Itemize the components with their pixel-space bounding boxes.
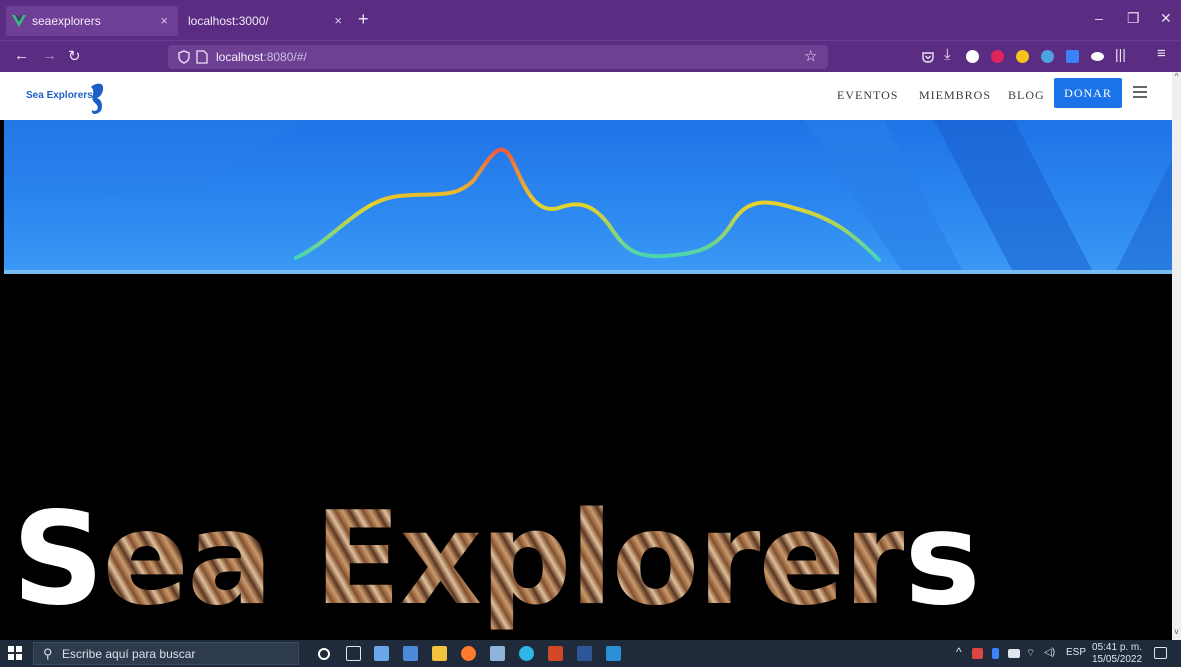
app-chat-icon[interactable] (403, 646, 418, 661)
headline-section: Sea Explorers (0, 274, 1172, 640)
extension-s-icon[interactable] (1066, 50, 1079, 63)
notifications-icon[interactable] (1154, 647, 1167, 659)
scroll-down-icon[interactable]: v (1172, 627, 1181, 636)
title-last-letter: s (904, 485, 980, 634)
extension-yellow-icon[interactable] (1016, 50, 1029, 63)
tab-label: seaexplorers (32, 14, 101, 28)
clock-date: 15/05/2022 (1092, 654, 1143, 665)
cortana-icon[interactable] (318, 648, 330, 660)
search-icon: ⚲ (43, 646, 53, 661)
word-icon[interactable] (577, 646, 592, 661)
page-title: Sea Explorers (12, 490, 981, 630)
tab-label: localhost:3000/ (188, 14, 269, 28)
nav-blog[interactable]: BLOG (1008, 88, 1045, 103)
windows-taskbar: ⚲ Escribe aquí para buscar ^ ⌔ ◁) ESP 05… (0, 640, 1181, 667)
tray-usb-icon[interactable] (992, 648, 999, 659)
browser-tab-bar: seaexplorers × localhost:3000/ × + – ❐ ✕ (0, 0, 1181, 40)
edge-icon[interactable] (519, 646, 534, 661)
logo-text: Sea Explorers (26, 90, 93, 101)
language-indicator[interactable]: ESP (1066, 647, 1086, 658)
page-scrollbar[interactable]: ^ v (1172, 72, 1181, 640)
extension-d-icon[interactable] (966, 50, 979, 63)
app-steam-icon[interactable] (374, 646, 389, 661)
site-header: Sea Explorers EVENTOS MIEMBROS BLOG DONA… (0, 72, 1172, 120)
menu-icon[interactable]: ≡ (1157, 45, 1166, 62)
clock-time: 05:41 p. m. (1092, 642, 1143, 653)
tray-app-icon[interactable] (972, 648, 983, 659)
browser-toolbar: ← → ↻ localhost:8080/#/ ☆ ⤓ ||| ≡ (0, 40, 1181, 72)
bookmark-star-icon[interactable]: ☆ (804, 47, 817, 65)
volume-icon[interactable]: ◁) (1044, 647, 1055, 658)
task-view-icon[interactable] (346, 646, 361, 661)
tab-localhost-3000[interactable]: localhost:3000/ × (182, 6, 352, 36)
donate-button[interactable]: DONAR (1054, 78, 1122, 108)
battery-icon[interactable] (1008, 649, 1020, 658)
download-icon[interactable]: ⤓ (944, 46, 951, 63)
url-text: localhost:8080/#/ (216, 50, 307, 64)
page-icon (196, 50, 208, 64)
wave-line (294, 147, 881, 262)
pocket-icon[interactable] (921, 50, 935, 64)
powerpoint-icon[interactable] (548, 646, 563, 661)
url-bar[interactable]: localhost:8080/#/ ☆ (168, 45, 828, 69)
taskbar-search-input[interactable]: ⚲ Escribe aquí para buscar (33, 642, 299, 665)
url-path: :8080/#/ (263, 50, 307, 64)
hero-banner (4, 120, 1172, 274)
scroll-up-icon[interactable]: ^ (1172, 72, 1181, 81)
tray-chevron-icon[interactable]: ^ (956, 645, 962, 659)
vscode-icon[interactable] (606, 646, 621, 661)
title-first-letter: S (12, 485, 104, 634)
extension-eye-icon[interactable] (1091, 52, 1104, 61)
file-explorer-icon[interactable] (432, 646, 447, 661)
reload-icon[interactable]: ↻ (68, 47, 81, 65)
search-placeholder: Escribe aquí para buscar (62, 647, 196, 661)
nav-eventos[interactable]: EVENTOS (837, 88, 898, 103)
extension-colorful-icon[interactable] (1041, 50, 1054, 63)
close-icon[interactable]: × (160, 13, 168, 28)
forward-icon[interactable]: → (42, 47, 57, 64)
hamburger-menu-icon[interactable] (1133, 86, 1147, 98)
app-pen-icon[interactable] (490, 646, 505, 661)
tab-seaexplorers[interactable]: seaexplorers × (6, 6, 178, 36)
close-icon[interactable]: × (334, 13, 342, 28)
shield-icon[interactable] (177, 50, 191, 64)
library-icon[interactable]: ||| (1115, 46, 1126, 62)
minimize-icon[interactable]: – (1095, 10, 1103, 26)
seahorse-icon (91, 83, 104, 114)
hero-decoration (4, 120, 1172, 274)
extension-red-icon[interactable] (991, 50, 1004, 63)
wifi-icon[interactable]: ⌔ (1026, 647, 1035, 660)
firefox-icon[interactable] (461, 646, 476, 661)
new-tab-button[interactable]: + (358, 10, 369, 28)
vue-icon (12, 15, 26, 27)
title-middle: ea Explorer (102, 485, 906, 634)
window-close-icon[interactable]: ✕ (1160, 10, 1172, 27)
clock[interactable]: 05:41 p. m. 15/05/2022 (1092, 642, 1142, 666)
restore-icon[interactable]: ❐ (1127, 10, 1140, 27)
site-logo[interactable]: Sea Explorers (26, 82, 116, 114)
windows-start-icon[interactable] (8, 646, 22, 660)
nav-miembros[interactable]: MIEMBROS (919, 88, 991, 103)
back-icon[interactable]: ← (14, 47, 29, 64)
url-host: localhost (216, 50, 264, 64)
